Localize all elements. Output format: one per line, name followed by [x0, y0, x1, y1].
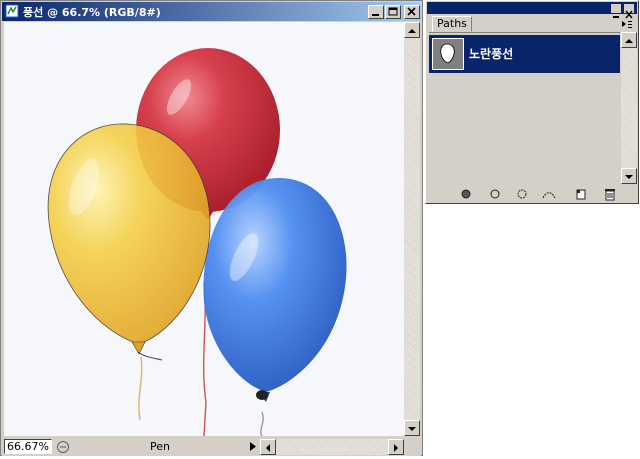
scroll-up-icon	[625, 39, 633, 43]
scroll-up-button[interactable]	[404, 22, 420, 38]
status-bar: 66.67% Pen	[2, 437, 421, 456]
current-tool-label: Pen	[150, 440, 170, 453]
close-icon	[407, 7, 416, 16]
panel-close-button[interactable]	[624, 4, 634, 19]
document-title: 풍선 @ 66.7% (RGB/8#)	[23, 6, 161, 19]
yellow-balloon	[47, 123, 211, 345]
fill-path-icon[interactable]	[458, 187, 474, 201]
scroll-right-button[interactable]	[388, 439, 404, 455]
scroll-left-button[interactable]	[260, 439, 276, 455]
minimize-button[interactable]	[368, 5, 384, 19]
balloon-path-icon	[440, 43, 455, 64]
document-titlebar[interactable]: 풍선 @ 66.7% (RGB/8#)	[2, 2, 421, 21]
status-menu-arrow-icon[interactable]	[248, 440, 258, 453]
paths-panel: Paths 노란풍선	[425, 0, 639, 204]
scroll-down-icon	[408, 427, 416, 431]
panel-menu-icon[interactable]	[620, 18, 634, 30]
vertical-scrollbar[interactable]	[404, 22, 420, 436]
scroll-left-icon	[266, 444, 270, 452]
scroll-up-icon	[408, 29, 416, 33]
panel-footer	[427, 185, 637, 203]
path-row[interactable]: 노란풍선	[429, 35, 620, 73]
image-canvas[interactable]	[4, 22, 404, 436]
path-name: 노란풍선	[469, 47, 514, 61]
delete-path-icon[interactable]	[602, 187, 618, 201]
maximize-button[interactable]	[385, 5, 401, 19]
panel-titlebar[interactable]	[427, 2, 637, 19]
make-work-path-icon[interactable]	[541, 187, 557, 201]
balloons-image	[47, 48, 347, 436]
tab-paths[interactable]: Paths	[432, 16, 472, 32]
blue-balloon	[203, 177, 347, 392]
new-path-icon[interactable]	[573, 187, 589, 201]
panel-vertical-scrollbar[interactable]	[621, 32, 637, 184]
document-window: 풍선 @ 66.7% (RGB/8#) 66.67% Pen	[0, 0, 423, 456]
horizontal-scrollbar[interactable]	[260, 439, 404, 455]
path-list: 노란풍선	[429, 32, 620, 185]
status-info-icon[interactable]	[56, 440, 70, 454]
close-button[interactable]	[404, 5, 420, 19]
load-selection-icon[interactable]	[514, 187, 530, 201]
scroll-right-icon	[394, 444, 398, 452]
zoom-field[interactable]: 66.67%	[4, 439, 52, 454]
stroke-path-icon[interactable]	[487, 187, 503, 201]
path-thumbnail	[432, 38, 464, 70]
maximize-icon	[388, 7, 398, 16]
document-icon	[5, 4, 19, 18]
scroll-down-button[interactable]	[404, 420, 420, 436]
scroll-down-button[interactable]	[621, 168, 637, 184]
minimize-icon	[372, 14, 379, 16]
scroll-up-button[interactable]	[621, 32, 637, 48]
panel-minimize-button[interactable]	[611, 4, 621, 18]
scroll-down-icon	[625, 175, 633, 179]
